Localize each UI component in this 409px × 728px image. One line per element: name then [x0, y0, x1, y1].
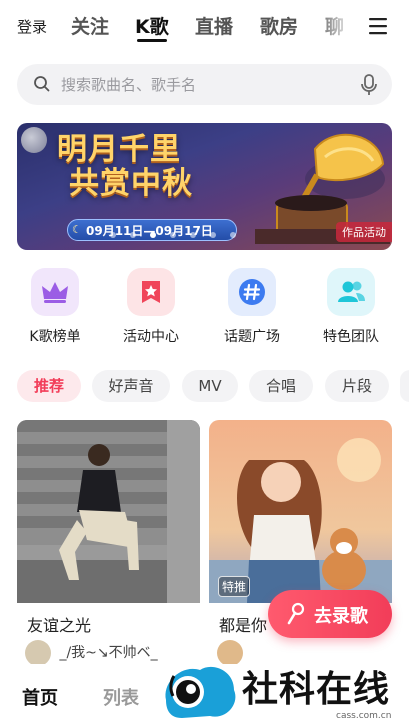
banner-tag: 作品活动	[336, 222, 392, 242]
login-link[interactable]: 登录	[17, 16, 47, 37]
crescent-moon-icon: ☾	[72, 223, 82, 236]
tab-live[interactable]: 直播	[195, 12, 233, 39]
promo-banner[interactable]: 明月千里 共赏中秋 ☾ 09月11日—09月17日 作品活动	[17, 123, 392, 250]
record-song-button[interactable]: 去录歌	[268, 590, 392, 638]
crown-icon	[31, 268, 79, 316]
filter-chip-clip[interactable]: 片段	[325, 370, 389, 402]
hashtag-icon	[228, 268, 276, 316]
tab-ksong[interactable]: K歌	[135, 12, 169, 39]
pagination-dot	[110, 232, 116, 238]
filter-chip-more[interactable]	[400, 370, 409, 402]
song-card[interactable]: 特推 都是你	[209, 420, 392, 680]
pagination-dot	[210, 232, 216, 238]
pagination-dot	[190, 232, 196, 238]
card-title: 友谊之光	[27, 616, 92, 635]
search-placeholder: 搜索歌曲名、歌手名	[61, 76, 197, 94]
watermark: 社科在线 cass.com.cn	[160, 660, 409, 727]
banner-title: 明月千里 共赏中秋	[57, 133, 193, 201]
category-label: 特色团队	[323, 329, 379, 345]
watermark-text: 社科在线	[242, 669, 391, 710]
featured-tag: 特推	[218, 576, 251, 597]
card-title: 都是你	[219, 616, 268, 635]
bottom-nav-list[interactable]: 列表	[103, 684, 139, 710]
top-navigation: 登录 关注 K歌 直播 歌房 聊	[0, 0, 409, 52]
filter-chip-chorus[interactable]: 合唱	[249, 370, 313, 402]
pagination-dot	[170, 232, 176, 238]
card-cover-photo	[17, 420, 200, 603]
pagination-dot	[230, 232, 236, 238]
people-icon	[327, 268, 375, 316]
song-card[interactable]: 友谊之光 _/我~↘不帅ベ_	[17, 420, 200, 680]
pagination-dot	[130, 232, 136, 238]
category-label: 话题广场	[224, 329, 280, 345]
category-topic-square[interactable]: 话题广场	[212, 268, 292, 348]
tab-fade-overlay	[314, 8, 354, 44]
active-tab-indicator	[137, 39, 167, 42]
filter-chip-mv[interactable]: MV	[182, 370, 238, 402]
search-bar[interactable]: 搜索歌曲名、歌手名	[17, 64, 392, 105]
category-ksong-chart[interactable]: K歌榜单	[15, 268, 95, 348]
search-icon	[34, 76, 50, 92]
category-label: 活动中心	[123, 329, 179, 345]
avatar	[25, 640, 51, 666]
watermark-url: cass.com.cn	[336, 711, 392, 721]
banner-title-line2: 共赏中秋	[69, 166, 193, 201]
microphone-icon[interactable]	[359, 73, 379, 97]
tab-follow[interactable]: 关注	[71, 12, 109, 39]
record-button-label: 去录歌	[314, 606, 368, 627]
category-label: K歌榜单	[29, 329, 81, 345]
hamburger-menu-icon[interactable]	[366, 14, 390, 38]
microphone-icon	[287, 602, 305, 625]
bottom-nav-home[interactable]: 首页	[22, 684, 58, 710]
category-featured-teams[interactable]: 特色团队	[311, 268, 391, 348]
pagination-dot-active	[150, 232, 156, 238]
card-username: _/我~↘不帅ベ_	[59, 645, 158, 661]
card-user[interactable]: _/我~↘不帅ベ_	[25, 640, 158, 666]
category-activity-center[interactable]: 活动中心	[111, 268, 191, 348]
filter-chip-good-voice[interactable]: 好声音	[92, 370, 170, 402]
moon-decoration	[21, 127, 47, 153]
banner-title-line1: 明月千里	[57, 132, 181, 167]
tab-song-room[interactable]: 歌房	[260, 12, 298, 39]
watermark-logo	[165, 666, 236, 718]
star-flag-icon	[127, 268, 175, 316]
filter-chip-recommend[interactable]: 推荐	[17, 370, 81, 402]
